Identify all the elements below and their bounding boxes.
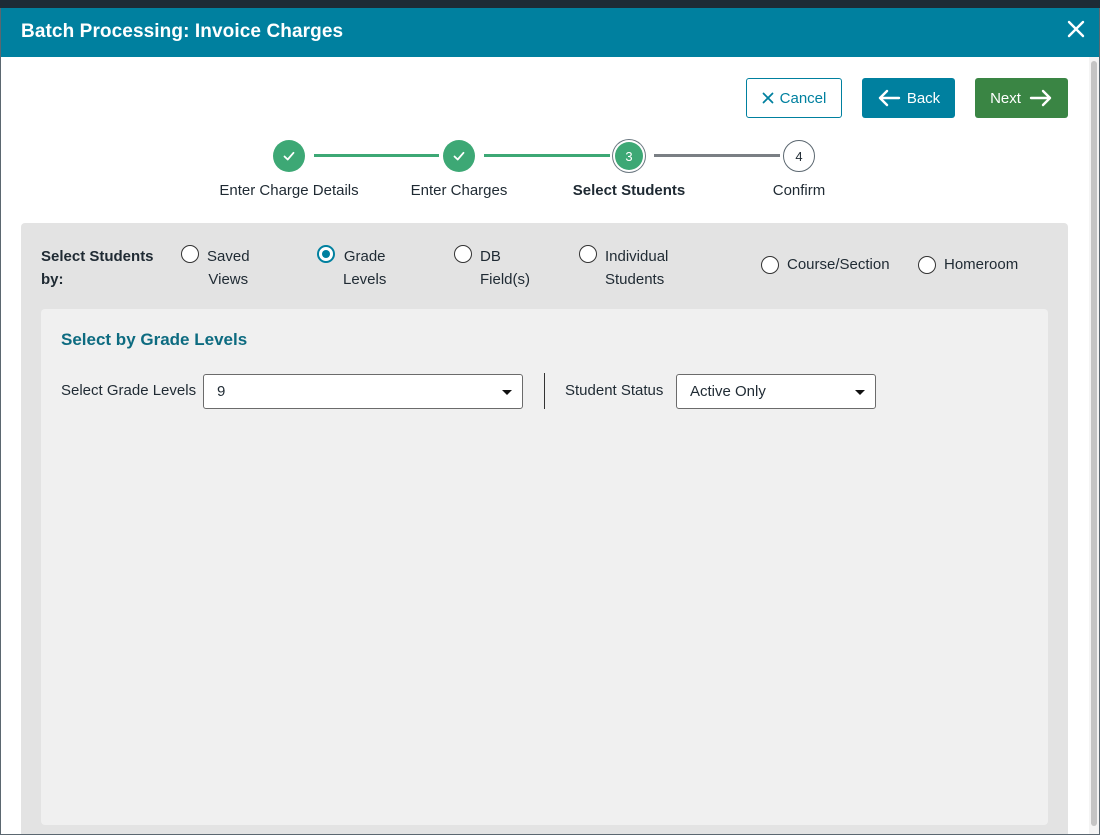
step-2-label: Enter Charges xyxy=(410,182,508,199)
student-status-value: Active Only xyxy=(690,383,766,400)
radio-button[interactable] xyxy=(181,245,199,263)
grade-levels-select[interactable]: 9 xyxy=(203,374,523,409)
back-label: Back xyxy=(906,89,941,107)
grade-levels-label: Select Grade Levels xyxy=(61,382,197,399)
back-button[interactable]: Back xyxy=(862,78,955,118)
select-students-by-label: Select Students by: xyxy=(41,248,154,288)
cancel-label: Cancel xyxy=(779,89,827,107)
radio-db-fields[interactable]: DB Field(s) xyxy=(454,245,530,291)
radio-button[interactable] xyxy=(579,245,597,263)
batch-processing-dialog: Batch Processing: Invoice Charges Cancel… xyxy=(1,8,1099,834)
radio-button[interactable] xyxy=(761,256,779,274)
radio-button-selected[interactable] xyxy=(317,245,335,263)
step-2-complete-icon xyxy=(443,140,475,172)
section-title: Select by Grade Levels xyxy=(61,330,248,349)
select-students-panel: Select Students by: Saved Views Grade Le… xyxy=(21,223,1068,834)
step-4-marker: 4 xyxy=(783,140,815,172)
dialog-title: Batch Processing: Invoice Charges xyxy=(21,21,344,42)
app-top-strip xyxy=(0,0,1100,8)
step-connector xyxy=(484,154,610,157)
radio-course-section-label: Course/Section xyxy=(787,256,890,273)
radio-button[interactable] xyxy=(918,256,936,274)
wizard-stepper: 3 4 Enter Charge Details Enter Charges S… xyxy=(1,136,1099,206)
step-1-label: Enter Charge Details xyxy=(219,182,359,199)
radio-homeroom[interactable]: Homeroom xyxy=(918,256,1018,276)
radio-course-section[interactable]: Course/Section xyxy=(761,256,890,276)
radio-individual-students[interactable]: Individual Students xyxy=(579,245,668,291)
radio-grade-levels[interactable]: Grade Levels xyxy=(317,245,386,291)
student-status-select[interactable]: Active Only xyxy=(676,374,876,409)
radio-saved-views-label: Saved Views xyxy=(207,248,250,288)
step-4-label: Confirm xyxy=(772,182,826,199)
student-status-label: Student Status xyxy=(565,382,664,399)
field-divider xyxy=(544,373,545,409)
cancel-button[interactable]: Cancel xyxy=(746,78,842,118)
step-3-label: Select Students xyxy=(572,182,686,199)
next-label: Next xyxy=(990,89,1021,107)
radio-db-fields-label: DB Field(s) xyxy=(480,248,531,288)
x-icon xyxy=(762,92,774,104)
step-1-complete-icon xyxy=(273,140,305,172)
scrollbar-thumb[interactable] xyxy=(1091,61,1097,826)
grade-levels-value: 9 xyxy=(217,383,226,400)
close-icon[interactable] xyxy=(1065,18,1087,40)
next-button[interactable]: Next xyxy=(975,78,1068,118)
caret-down-icon xyxy=(855,390,865,395)
arrow-right-icon xyxy=(1029,89,1052,107)
step-connector xyxy=(654,154,780,157)
radio-button[interactable] xyxy=(454,245,472,263)
dialog-header: Batch Processing: Invoice Charges xyxy=(1,8,1099,57)
radio-individual-students-label: Individual Students xyxy=(605,248,669,288)
step-3-marker: 3 xyxy=(615,142,643,170)
grade-levels-section: Select by Grade Levels Select Grade Leve… xyxy=(41,309,1048,825)
arrow-left-icon xyxy=(878,89,901,107)
step-connector xyxy=(314,154,439,157)
caret-down-icon xyxy=(502,390,512,395)
radio-grade-levels-label: Grade Levels xyxy=(343,248,387,288)
radio-homeroom-label: Homeroom xyxy=(944,256,1019,273)
scrollbar[interactable] xyxy=(1089,57,1099,834)
radio-saved-views[interactable]: Saved Views xyxy=(181,245,250,291)
